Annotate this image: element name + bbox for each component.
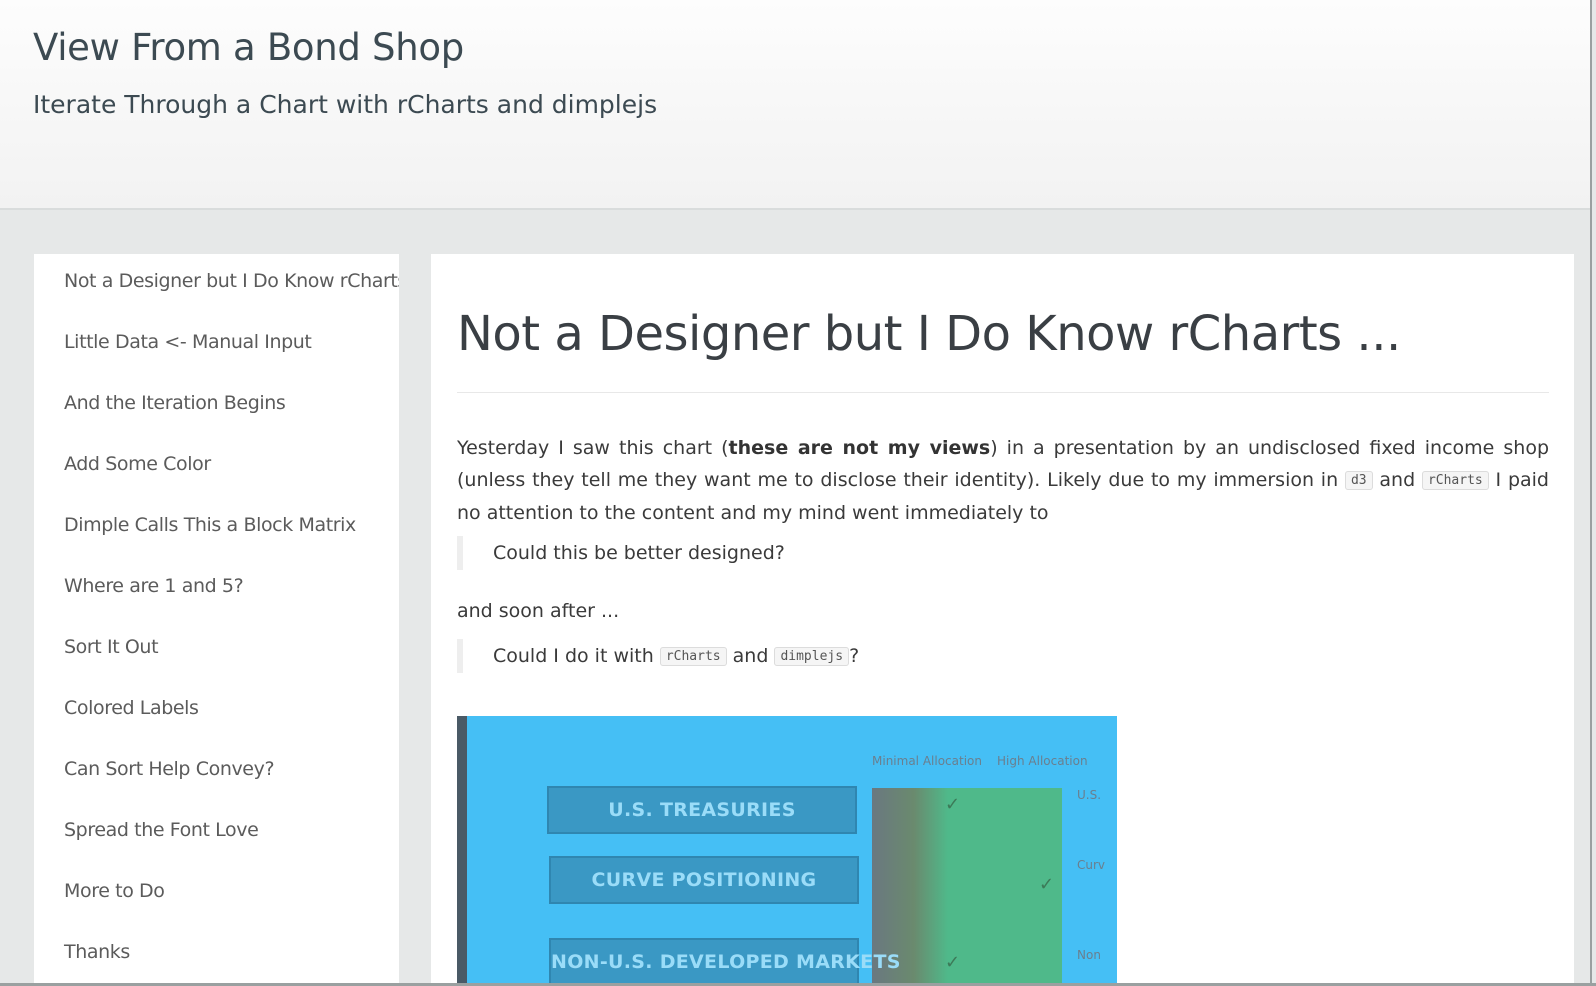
- side-label-non: Non: [1077, 948, 1101, 962]
- intro-bold-text: these are not my views: [728, 437, 991, 459]
- check-icon: ✓: [945, 952, 961, 973]
- intro-paragraph: Yesterday I saw this chart (these are no…: [457, 432, 1549, 529]
- toc-item-little-data[interactable]: Little Data <- Manual Input: [64, 331, 312, 353]
- column-header-minimal: Minimal Allocation: [872, 754, 982, 768]
- title-divider: [457, 392, 1549, 393]
- code-rcharts-2: rCharts: [659, 647, 727, 666]
- image-left-edge: [457, 716, 467, 983]
- row-label-curve-positioning: CURVE POSITIONING: [549, 856, 859, 904]
- toc-item-iteration-begins[interactable]: And the Iteration Begins: [64, 392, 286, 414]
- toc-item-sort-it-out[interactable]: Sort It Out: [64, 636, 159, 658]
- check-icon: ✓: [945, 794, 961, 815]
- toc-item-not-a-designer[interactable]: Not a Designer but I Do Know rCharts: [64, 270, 399, 292]
- site-subtitle: Iterate Through a Chart with rCharts and…: [33, 90, 658, 119]
- source-chart-image: Minimal Allocation High Allocation U.S. …: [457, 716, 1117, 983]
- code-d3: d3: [1344, 471, 1373, 490]
- code-rcharts: rCharts: [1421, 471, 1489, 490]
- toc-item-sort-help-convey[interactable]: Can Sort Help Convey?: [64, 758, 275, 780]
- toc-item-colored-labels[interactable]: Colored Labels: [64, 697, 199, 719]
- quote2-text-3: ?: [849, 645, 860, 667]
- window-frame-right: [1590, 0, 1592, 986]
- code-dimplejs: dimplejs: [774, 647, 850, 666]
- side-label-us: U.S.: [1077, 788, 1102, 802]
- quote2-text-1: Could I do it with: [493, 645, 660, 667]
- column-header-high: High Allocation: [997, 754, 1088, 768]
- check-icon: ✓: [1039, 874, 1055, 895]
- toc-item-more-to-do[interactable]: More to Do: [64, 880, 165, 902]
- toc-item-thanks[interactable]: Thanks: [64, 941, 130, 963]
- toc-item-font-love[interactable]: Spread the Font Love: [64, 819, 259, 841]
- site-title[interactable]: View From a Bond Shop: [33, 26, 464, 69]
- quote2-text-2: and: [726, 645, 775, 667]
- post-content: Not a Designer but I Do Know rCharts ...…: [431, 254, 1574, 983]
- toc-item-block-matrix[interactable]: Dimple Calls This a Block Matrix: [64, 514, 356, 536]
- side-label-curve: Curv: [1077, 858, 1106, 872]
- row-label-us-treasuries: U.S. TREASURIES: [547, 786, 857, 834]
- toc-item-add-color[interactable]: Add Some Color: [64, 453, 211, 475]
- soon-after-text: and soon after ...: [457, 600, 620, 622]
- row-label-non-us-developed: NON-U.S. DEVELOPED MARKETS: [549, 938, 900, 983]
- blockquote-better-designed: Could this be better designed?: [457, 536, 785, 570]
- intro-text-1: Yesterday I saw this chart (: [457, 437, 729, 459]
- blockquote-could-i-do-it: Could I do it with rCharts and dimplejs?: [457, 639, 859, 673]
- toc-item-where-1-and-5[interactable]: Where are 1 and 5?: [64, 575, 244, 597]
- site-header: View From a Bond Shop Iterate Through a …: [0, 0, 1590, 210]
- post-title: Not a Designer but I Do Know rCharts ...: [457, 306, 1401, 362]
- intro-text-3: and: [1372, 469, 1422, 491]
- sidebar-toc: Not a Designer but I Do Know rCharts Lit…: [34, 254, 399, 983]
